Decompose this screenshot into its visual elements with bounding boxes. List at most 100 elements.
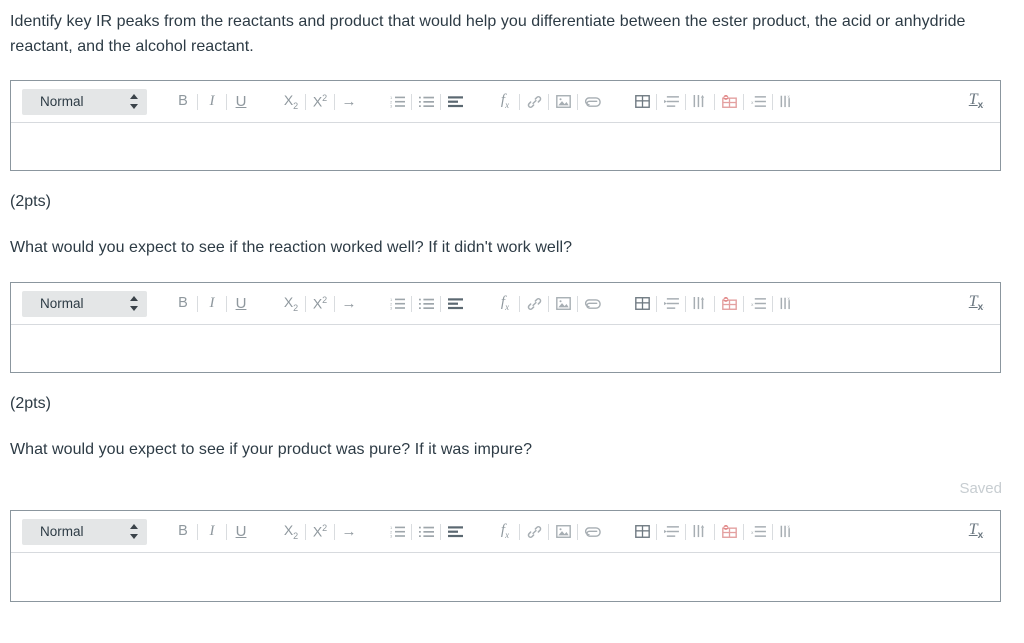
equation-button[interactable]: fx [495,520,515,544]
clear-formatting-button[interactable]: Tx [966,520,986,544]
editor-body-3[interactable] [11,553,1000,601]
link-button[interactable] [524,90,544,114]
divider [197,523,198,540]
bold-icon: B [178,93,188,110]
split-cell-button[interactable]: x [777,292,797,316]
italic-button[interactable]: I [202,292,222,316]
unordered-list-button[interactable] [416,520,436,544]
text-direction-button[interactable]: → [339,520,359,544]
align-button[interactable] [445,90,465,114]
text-direction-button[interactable]: → [339,292,359,316]
equation-button[interactable]: fx [495,90,515,114]
svg-text:x: x [787,525,790,529]
divider [714,93,715,110]
divider [305,295,306,312]
svg-text:3: 3 [390,104,393,108]
link-button[interactable] [524,292,544,316]
divider [685,93,686,110]
superscript-button[interactable]: X2 [310,90,330,114]
clear-formatting-button[interactable]: Tx [966,90,986,114]
bold-button[interactable]: B [173,520,193,544]
subscript-button[interactable]: X2 [281,292,301,316]
underline-button[interactable]: U [231,520,251,544]
image-button[interactable] [553,292,573,316]
attachment-button[interactable] [582,292,602,316]
underline-button[interactable]: U [231,90,251,114]
paragraph-format-select-2[interactable]: Normal [22,290,147,317]
divider [548,93,549,110]
unordered-list-icon [418,96,434,107]
merge-cells-button[interactable]: x [748,292,768,316]
delete-table-button[interactable] [719,520,739,544]
italic-button[interactable]: I [202,90,222,114]
rich-content-editor-2[interactable]: Normal B I U X2 X2 → 1 2 3 fx x x Tx [10,282,1001,373]
image-button[interactable] [553,90,573,114]
image-button[interactable] [553,520,573,544]
merge-cells-button[interactable]: x [748,90,768,114]
insert-group-1: fx [495,81,602,122]
insert-group-3: fx [495,511,602,552]
table-row-properties-button[interactable] [661,90,681,114]
paperclip-icon [584,97,601,107]
clear-formatting-button[interactable]: Tx [966,292,986,316]
subscript-button[interactable]: X2 [281,520,301,544]
merge-cells-icon: x [751,298,766,309]
rich-content-editor-3[interactable]: Normal B I U X2 X2 → 1 2 3 fx x x Tx [10,510,1001,602]
attachment-button[interactable] [582,90,602,114]
ordered-list-button[interactable]: 1 2 3 [387,520,407,544]
insert-table-button[interactable] [632,292,652,316]
table-column-properties-button[interactable] [690,90,710,114]
editor-body-2[interactable] [11,325,1000,372]
ordered-list-button[interactable]: 1 2 3 [387,292,407,316]
underline-icon: U [235,93,247,110]
insert-table-button[interactable] [632,90,652,114]
divider [411,295,412,312]
table-row-properties-button[interactable] [661,292,681,316]
divider [519,523,520,540]
split-cell-button[interactable]: x [777,90,797,114]
split-cell-icon: x [780,297,790,310]
unordered-list-button[interactable] [416,292,436,316]
divider [656,295,657,312]
ordered-list-button[interactable]: 1 2 3 [387,90,407,114]
align-button[interactable] [445,520,465,544]
bold-button[interactable]: B [173,292,193,316]
superscript-button[interactable]: X2 [310,520,330,544]
divider [411,523,412,540]
editor-body-1[interactable] [11,123,1000,170]
table-column-properties-button[interactable] [690,520,710,544]
chevron-updown-icon [130,296,139,311]
table-row-properties-button[interactable] [661,520,681,544]
delete-table-icon [721,95,737,108]
superscript-button[interactable]: X2 [310,292,330,316]
split-cell-button[interactable]: x [777,520,797,544]
delete-table-button[interactable] [719,292,739,316]
link-icon [527,297,541,310]
italic-icon: I [209,295,215,311]
text-style-group-1: B I U [173,81,251,122]
attachment-button[interactable] [582,520,602,544]
table-column-properties-button[interactable] [690,292,710,316]
text-direction-button[interactable]: → [339,90,359,114]
align-button[interactable] [445,292,465,316]
merge-cells-button[interactable]: x [748,520,768,544]
ordered-list-icon: 1 2 3 [390,297,405,310]
equation-button[interactable]: fx [495,292,515,316]
underline-button[interactable]: U [231,292,251,316]
bold-button[interactable]: B [173,90,193,114]
link-button[interactable] [524,520,544,544]
divider [197,93,198,110]
svg-text:x: x [751,302,754,307]
paragraph-format-select-3[interactable]: Normal [22,518,147,545]
insert-table-button[interactable] [632,520,652,544]
subscript-button[interactable]: X2 [281,90,301,114]
delete-table-button[interactable] [719,90,739,114]
subscript-icon: X2 [283,521,299,541]
paragraph-format-select-1[interactable]: Normal [22,88,147,115]
divider [440,93,441,110]
unordered-list-button[interactable] [416,90,436,114]
rich-content-editor-1[interactable]: Normal B I U X2 X2 → 1 2 3 fx x x Tx [10,80,1001,171]
svg-text:x: x [751,100,754,105]
italic-button[interactable]: I [202,520,222,544]
